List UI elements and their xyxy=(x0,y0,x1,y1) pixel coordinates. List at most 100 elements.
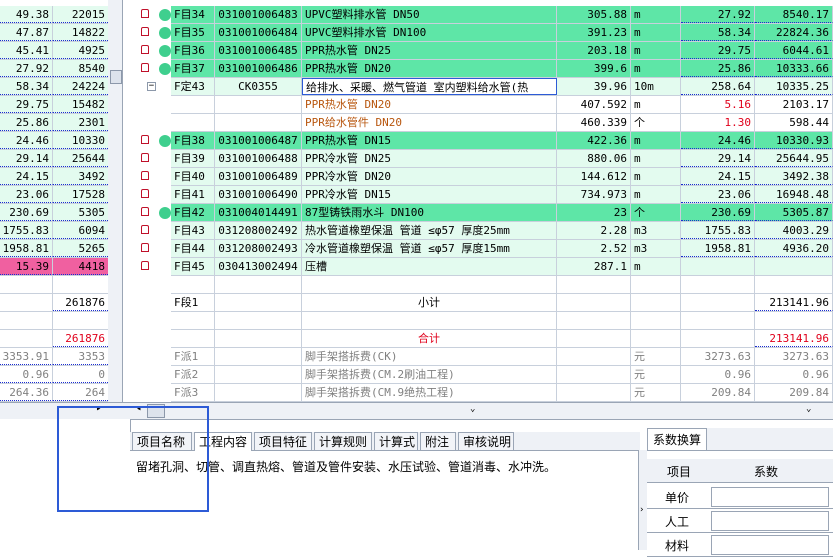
table-row[interactable]: F目39 031001006488 PPR冷水管 DN25 880.06 m 29.14 2… xyxy=(171,150,833,168)
left-panel-scrollbar[interactable] xyxy=(108,0,123,402)
item-name: 小计 xyxy=(302,294,557,311)
left-amount: 24224 xyxy=(53,78,108,95)
factor-row-label: 人工 xyxy=(665,515,690,529)
left-amount: 3492 xyxy=(53,168,108,185)
item-name: PPR冷水管 DN20 xyxy=(302,168,557,185)
table-row[interactable]: F目45 030413002494 压槽 287.1 m xyxy=(171,258,833,276)
chevron-down-icon[interactable]: ⌄ xyxy=(470,404,475,414)
item-total: 10333.66 xyxy=(755,60,833,77)
item-number xyxy=(171,114,215,131)
splitter-arrow-icon[interactable]: › xyxy=(639,505,644,515)
lock-icon[interactable] xyxy=(141,225,149,234)
table-row[interactable]: F派1 脚手架搭拆费(CK) 元 3273.63 3273.63 xyxy=(171,348,833,366)
left-amount: 5265 xyxy=(53,240,108,257)
sequence-marker-icon xyxy=(159,135,171,147)
item-total: 3492.38 xyxy=(755,168,833,185)
left-summary-row: 49.38 22015 xyxy=(0,6,108,24)
tab-2[interactable]: 项目特征 xyxy=(254,432,312,450)
lock-icon[interactable] xyxy=(141,261,149,270)
item-unit-price: 24.46 xyxy=(681,132,755,149)
chevron-down-icon[interactable]: ⌄ xyxy=(806,404,811,414)
item-number xyxy=(171,330,215,347)
lock-icon[interactable] xyxy=(141,243,149,252)
left-amount xyxy=(53,276,108,293)
bill-items-grid[interactable]: F目34 031001006483 UPVC塑料排水管 DN50 305.88 m 27.… xyxy=(171,0,833,402)
table-row[interactable]: PPR给水管件 DN20 460.339 个 1.30 598.44 xyxy=(171,114,833,132)
left-summary-row: 29.14 25644 xyxy=(0,150,108,168)
table-row[interactable]: F目34 031001006483 UPVC塑料排水管 DN50 305.88 m 27.… xyxy=(171,6,833,24)
factor-input[interactable] xyxy=(711,487,829,507)
factor-row[interactable]: 人工 xyxy=(647,509,833,533)
item-code: 031001006483 xyxy=(215,6,302,23)
lock-icon[interactable] xyxy=(141,27,149,36)
lock-icon[interactable] xyxy=(141,45,149,54)
table-row[interactable]: F目37 031001006486 PPR热水管 DN20 399.6 m 25.86 10… xyxy=(171,60,833,78)
table-row[interactable]: F目43 031208002492 热水管道橡塑保温 管道 ≤φ57 厚度25mm 2… xyxy=(171,222,833,240)
lock-icon[interactable] xyxy=(141,171,149,180)
tab-4[interactable]: 计算式 xyxy=(374,432,418,450)
item-code: 031001006487 xyxy=(215,132,302,149)
item-code: 031001006488 xyxy=(215,150,302,167)
tab-3[interactable]: 计算规则 xyxy=(314,432,372,450)
lock-icon[interactable] xyxy=(141,63,149,72)
tab-factor-conversion[interactable]: 系数换算 xyxy=(647,428,708,451)
item-unit: m xyxy=(631,150,681,167)
table-row[interactable]: F派2 脚手架搭拆费(CM.2刷油工程) 元 0.96 0.96 xyxy=(171,366,833,384)
item-code xyxy=(215,384,302,401)
table-row[interactable]: F定43 CK0355 给排水、采暖、燃气管道 室内塑料给水管(热 39.96 10m 2… xyxy=(171,78,833,96)
table-row[interactable]: F派3 脚手架搭拆费(CM.9绝热工程) 元 209.84 209.84 xyxy=(171,384,833,402)
item-unit-price: 1958.81 xyxy=(681,240,755,257)
left-unit-price xyxy=(0,276,53,293)
table-row[interactable]: F目42 031004014491 87型铸铁雨水斗 DN100 23 个 230.69 5… xyxy=(171,204,833,222)
item-quantity xyxy=(557,276,631,293)
left-amount: 2301 xyxy=(53,114,108,131)
lock-icon[interactable] xyxy=(141,207,149,216)
table-row[interactable]: PPR热水管 DN20 407.592 m 5.16 2103.17 xyxy=(171,96,833,114)
item-number xyxy=(171,312,215,329)
item-total: 2103.17 xyxy=(755,96,833,113)
lock-icon[interactable] xyxy=(141,189,149,198)
table-row[interactable]: F目41 031001006490 PPR冷水管 DN15 734.973 m 23.06… xyxy=(171,186,833,204)
item-code: 031001006489 xyxy=(215,168,302,185)
table-row[interactable]: F目44 031208002493 冷水管道橡塑保温 管道 ≤φ57 厚度15mm 2… xyxy=(171,240,833,258)
left-unit-price: 25.86 xyxy=(0,114,53,131)
factor-row[interactable]: 单价 xyxy=(647,485,833,509)
left-unit-price: 3353.91 xyxy=(0,348,53,365)
item-quantity: 23 xyxy=(557,204,631,221)
tree-collapse-icon[interactable]: − xyxy=(147,82,156,91)
table-row[interactable]: F目36 031001006485 PPR热水管 DN25 203.18 m 29.75 6… xyxy=(171,42,833,60)
table-row[interactable]: F目35 031001006484 UPVC塑料排水管 DN100 391.23 m 58… xyxy=(171,24,833,42)
table-row[interactable]: F段1 小计 213141.96 xyxy=(171,294,833,312)
factor-input[interactable] xyxy=(711,535,829,555)
left-summary-row: 230.69 5305 xyxy=(0,204,108,222)
item-name: 脚手架搭拆费(CM.9绝热工程) xyxy=(302,384,557,401)
left-unit-price: 45.41 xyxy=(0,42,53,59)
factor-input[interactable] xyxy=(711,511,829,531)
item-unit-price: 29.14 xyxy=(681,150,755,167)
item-code: 031001006484 xyxy=(215,24,302,41)
item-name: 合计 xyxy=(302,330,557,347)
lock-icon[interactable] xyxy=(141,135,149,144)
table-row[interactable]: F目38 031001006487 PPR热水管 DN15 422.36 m 24.46 1… xyxy=(171,132,833,150)
table-row[interactable] xyxy=(171,276,833,294)
left-summary-row: 0.96 0 xyxy=(0,366,108,384)
tab-5[interactable]: 附注 xyxy=(420,432,456,450)
lock-icon[interactable] xyxy=(141,9,149,18)
tab-6[interactable]: 审核说明 xyxy=(458,432,514,450)
left-unit-price: 230.69 xyxy=(0,204,53,221)
item-unit: 元 xyxy=(631,366,681,383)
item-unit-price: 1755.83 xyxy=(681,222,755,239)
factor-row[interactable]: 材料 xyxy=(647,533,833,557)
left-amount: 15482 xyxy=(53,96,108,113)
left-panel-scroll-thumb[interactable] xyxy=(110,70,122,84)
lock-icon[interactable] xyxy=(141,153,149,162)
table-row[interactable]: F目40 031001006489 PPR冷水管 DN20 144.612 m 24.15… xyxy=(171,168,833,186)
sequence-marker-icon xyxy=(159,63,171,75)
left-summary-row: 261876 xyxy=(0,294,108,312)
item-quantity: 391.23 xyxy=(557,24,631,41)
item-code: 031208002492 xyxy=(215,222,302,239)
left-summary-row: 45.41 4925 xyxy=(0,42,108,60)
item-name: PPR冷水管 DN25 xyxy=(302,150,557,167)
table-row[interactable]: 合计 213141.96 xyxy=(171,330,833,348)
table-row[interactable] xyxy=(171,312,833,330)
